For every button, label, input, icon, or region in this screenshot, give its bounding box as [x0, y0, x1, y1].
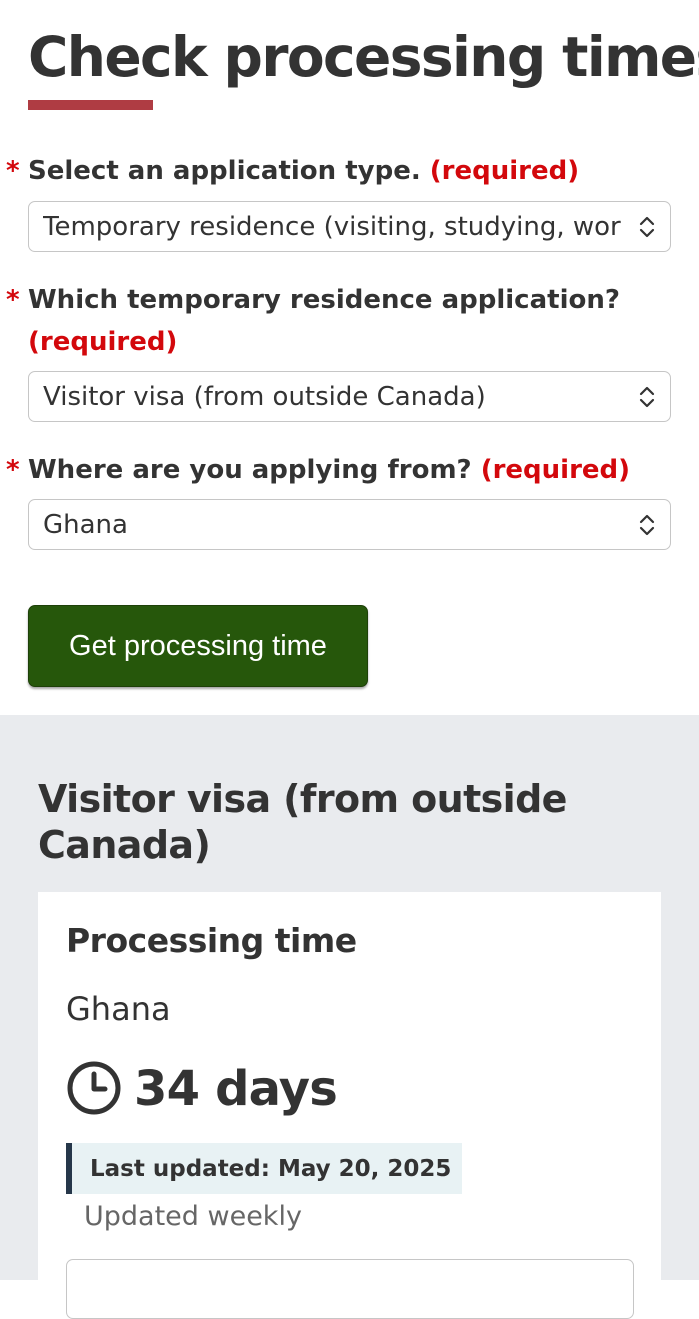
title-underline: [28, 100, 153, 110]
results-heading: Visitor visa (from outside Canada): [38, 777, 567, 867]
applying-from-value: Ghana: [43, 509, 128, 540]
card-title: Processing time: [66, 921, 357, 960]
required-asterisk: *: [6, 156, 20, 186]
next-section-box: [66, 1259, 634, 1319]
applying-from-label: * Where are you applying from? (required): [6, 449, 630, 491]
processing-duration: 34 days: [134, 1061, 338, 1117]
last-updated-box: Last updated: May 20, 2025: [66, 1143, 462, 1194]
result-country: Ghana: [66, 990, 171, 1028]
get-processing-time-button[interactable]: Get processing time: [28, 605, 368, 687]
application-type-value: Temporary residence (visiting, studying,…: [43, 211, 622, 242]
application-type-label: * Select an application type. (required): [6, 150, 579, 192]
temporary-residence-label: * Which temporary residence application? …: [6, 279, 646, 363]
clock-icon: [67, 1061, 121, 1115]
temporary-residence-select[interactable]: Visitor visa (from outside Canada): [28, 371, 671, 422]
chevron-updown-icon: [639, 216, 655, 238]
application-type-label-text: Select an application type.: [28, 156, 421, 186]
last-updated-text: Last updated: May 20, 2025: [90, 1155, 452, 1182]
application-type-select[interactable]: Temporary residence (visiting, studying,…: [28, 201, 671, 252]
chevron-updown-icon: [639, 386, 655, 408]
required-marker: (required): [429, 156, 580, 186]
temporary-residence-label-text: Which temporary residence application?: [28, 285, 620, 315]
applying-from-select[interactable]: Ghana: [28, 499, 671, 550]
chevron-updown-icon: [639, 514, 655, 536]
required-marker: (required): [480, 455, 631, 485]
temporary-residence-value: Visitor visa (from outside Canada): [43, 381, 486, 412]
update-frequency: Updated weekly: [84, 1201, 302, 1232]
required-asterisk: *: [6, 285, 20, 315]
page-title: Check processing times: [28, 25, 699, 89]
applying-from-label-text: Where are you applying from?: [28, 455, 472, 485]
required-marker: (required): [28, 327, 178, 357]
required-asterisk: *: [6, 455, 20, 485]
